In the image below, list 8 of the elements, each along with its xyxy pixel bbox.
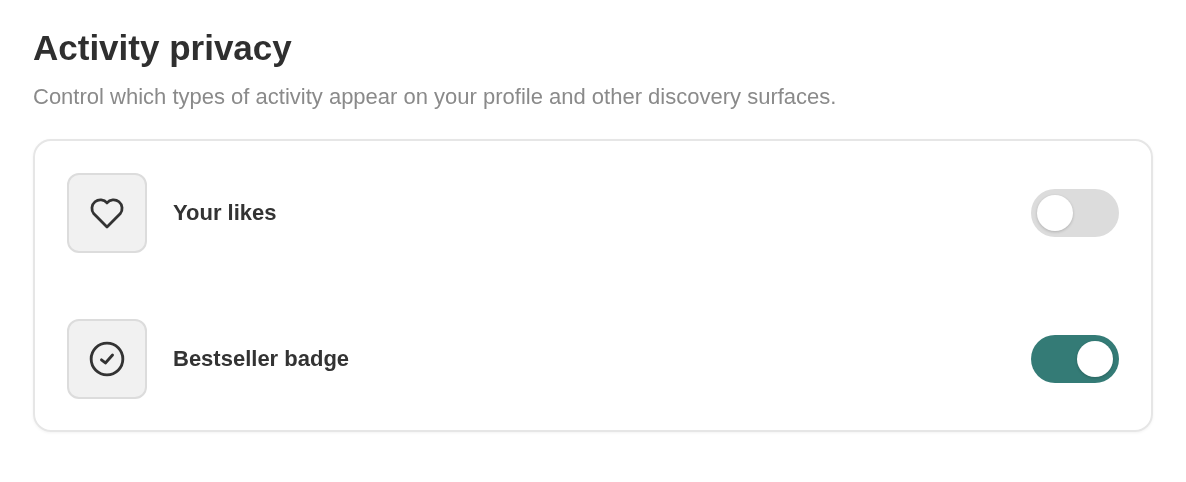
section-title: Activity privacy bbox=[33, 27, 293, 69]
toggle-switch[interactable] bbox=[1031, 335, 1119, 383]
section-description: Control which types of activity appear on your profile and other discovery surfaces. bbox=[33, 83, 838, 111]
setting-label: Your likes bbox=[173, 200, 278, 226]
toggle-switch[interactable] bbox=[1031, 189, 1119, 237]
heart-icon bbox=[88, 196, 126, 230]
check-circle-icon bbox=[88, 340, 126, 378]
setting-label: Bestseller badge bbox=[173, 346, 351, 372]
